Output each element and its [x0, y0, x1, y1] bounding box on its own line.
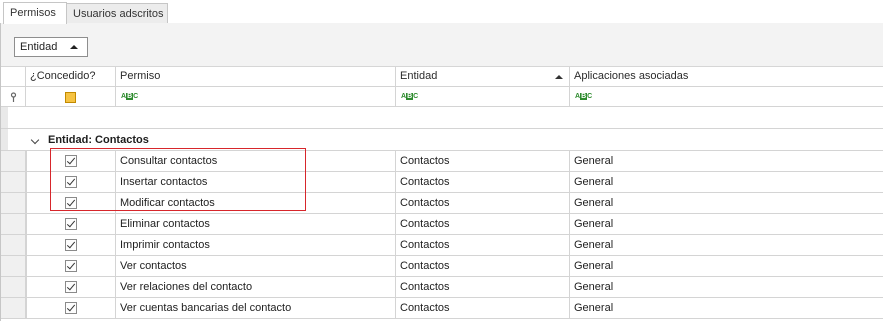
- filter-entidad[interactable]: ABC: [396, 87, 570, 107]
- granted-checkbox[interactable]: [65, 176, 77, 188]
- row-indicator[interactable]: [1, 193, 26, 214]
- table-row[interactable]: Insertar contactos Contactos General: [1, 172, 883, 193]
- cell-aplicaciones[interactable]: General: [570, 214, 883, 235]
- tab-strip: Permisos Usuarios adscritos: [0, 0, 883, 24]
- granted-checkbox[interactable]: [65, 239, 77, 251]
- table-row[interactable]: Modificar contactos Contactos General: [1, 193, 883, 214]
- filter-permiso[interactable]: ABC: [116, 87, 396, 107]
- row-indicator[interactable]: [1, 256, 26, 277]
- text-filter-icon: ABC: [575, 93, 593, 100]
- column-header-entidad-label: Entidad: [400, 70, 438, 82]
- cell-permiso[interactable]: Ver contactos: [116, 256, 396, 277]
- cell-aplicaciones[interactable]: General: [570, 172, 883, 193]
- column-header-row: ¿Concedido? Permiso Entidad Aplicaciones…: [1, 67, 883, 87]
- cell-permiso[interactable]: Modificar contactos: [116, 193, 396, 214]
- cell-aplicaciones[interactable]: General: [570, 256, 883, 277]
- cell-concedido[interactable]: [26, 214, 116, 235]
- row-indicator[interactable]: [1, 214, 26, 235]
- table-row[interactable]: Consultar contactos Contactos General: [1, 151, 883, 172]
- table-row[interactable]: Ver contactos Contactos General: [1, 256, 883, 277]
- group-by-panel: Entidad: [1, 23, 883, 67]
- cell-aplicaciones[interactable]: General: [570, 298, 883, 319]
- cell-aplicaciones[interactable]: General: [570, 193, 883, 214]
- text-filter-icon: ABC: [401, 93, 419, 100]
- filter-row-indicator: [1, 87, 26, 107]
- permissions-grid: ¿Concedido? Permiso Entidad Aplicaciones…: [1, 67, 883, 321]
- cell-aplicaciones[interactable]: General: [570, 151, 883, 172]
- cell-permiso[interactable]: Consultar contactos: [116, 151, 396, 172]
- tab-permisos[interactable]: Permisos: [3, 2, 67, 24]
- cell-concedido[interactable]: [26, 151, 116, 172]
- cell-permiso[interactable]: Insertar contactos: [116, 172, 396, 193]
- cell-entidad[interactable]: Contactos: [396, 172, 570, 193]
- group-chip-label: Entidad: [20, 41, 58, 53]
- granted-checkbox[interactable]: [65, 197, 77, 209]
- auto-filter-row: ABC ABC ABC: [1, 87, 883, 107]
- filter-checkbox-indeterminate[interactable]: [65, 92, 76, 103]
- filter-aplicaciones[interactable]: ABC: [570, 87, 883, 107]
- column-header-permiso[interactable]: Permiso: [116, 67, 396, 87]
- text-filter-icon: ABC: [121, 93, 139, 100]
- cell-aplicaciones[interactable]: General: [570, 277, 883, 298]
- granted-checkbox[interactable]: [65, 260, 77, 272]
- permissions-panel: Entidad ¿Concedido? Permiso Entidad Apli…: [0, 23, 883, 321]
- row-indicator-header: [1, 67, 26, 87]
- cell-entidad[interactable]: Contactos: [396, 298, 570, 319]
- table-row[interactable]: Imprimir contactos Contactos General: [1, 235, 883, 256]
- granted-checkbox[interactable]: [65, 281, 77, 293]
- row-indicator[interactable]: [1, 277, 26, 298]
- column-header-aplicaciones[interactable]: Aplicaciones asociadas: [570, 67, 883, 87]
- sort-ascending-icon: [555, 75, 563, 79]
- cell-entidad[interactable]: Contactos: [396, 235, 570, 256]
- granted-checkbox[interactable]: [65, 155, 77, 167]
- cell-entidad[interactable]: Contactos: [396, 277, 570, 298]
- granted-checkbox[interactable]: [65, 218, 77, 230]
- indent-stripe: [1, 129, 8, 150]
- cell-permiso[interactable]: Ver relaciones del contacto: [116, 277, 396, 298]
- table-row[interactable]: Eliminar contactos Contactos General: [1, 214, 883, 235]
- cell-concedido[interactable]: [26, 193, 116, 214]
- row-indicator[interactable]: [1, 151, 26, 172]
- chevron-down-icon[interactable]: [30, 135, 40, 145]
- pin-icon: [10, 92, 17, 102]
- group-by-entidad-chip[interactable]: Entidad: [14, 37, 88, 57]
- cell-permiso[interactable]: Imprimir contactos: [116, 235, 396, 256]
- cell-concedido[interactable]: [26, 277, 116, 298]
- cell-concedido[interactable]: [26, 298, 116, 319]
- row-indicator[interactable]: [1, 235, 26, 256]
- cell-entidad[interactable]: Contactos: [396, 151, 570, 172]
- filter-concedido[interactable]: [26, 87, 116, 107]
- cell-entidad[interactable]: Contactos: [396, 256, 570, 277]
- group-row-label: Entidad: Contactos: [48, 134, 149, 146]
- grid-spacer: [1, 107, 883, 129]
- row-indicator[interactable]: [1, 172, 26, 193]
- indent-stripe: [1, 107, 8, 128]
- tab-usuarios-adscritos[interactable]: Usuarios adscritos: [66, 3, 168, 24]
- sort-ascending-icon: [70, 45, 78, 49]
- cell-aplicaciones[interactable]: General: [570, 235, 883, 256]
- cell-entidad[interactable]: Contactos: [396, 193, 570, 214]
- cell-permiso[interactable]: Ver cuentas bancarias del contacto: [116, 298, 396, 319]
- cell-permiso[interactable]: Eliminar contactos: [116, 214, 396, 235]
- cell-concedido[interactable]: [26, 256, 116, 277]
- granted-checkbox[interactable]: [65, 302, 77, 314]
- column-header-concedido[interactable]: ¿Concedido?: [26, 67, 116, 87]
- column-header-entidad[interactable]: Entidad: [396, 67, 570, 87]
- table-row[interactable]: Ver cuentas bancarias del contacto Contac…: [1, 298, 883, 319]
- row-indicator[interactable]: [1, 298, 26, 319]
- cell-concedido[interactable]: [26, 172, 116, 193]
- group-row-contactos[interactable]: Entidad: Contactos: [1, 129, 883, 151]
- table-row[interactable]: Ver relaciones del contacto Contactos Gene…: [1, 277, 883, 298]
- cell-entidad[interactable]: Contactos: [396, 214, 570, 235]
- cell-concedido[interactable]: [26, 235, 116, 256]
